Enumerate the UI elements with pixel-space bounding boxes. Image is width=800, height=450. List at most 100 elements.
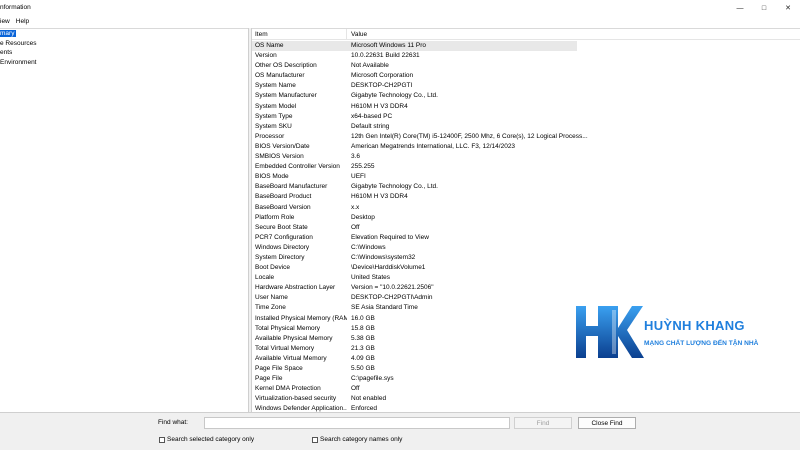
maximize-button[interactable]: □ (752, 0, 776, 16)
row-value: C:\Windows\system32 (351, 253, 416, 261)
table-row[interactable]: BaseBoard Manufacturer Gigabyte Technolog… (252, 182, 800, 192)
row-item: BIOS Mode (255, 173, 289, 181)
title-bar: nformation — □ ✕ (0, 0, 800, 16)
table-row[interactable]: BIOS Mode UEFI (252, 172, 800, 182)
table-row[interactable]: System Directory C:\Windows\system32 (252, 253, 800, 263)
row-item: Platform Role (255, 213, 295, 221)
row-item: System SKU (255, 122, 292, 130)
table-row[interactable]: SMBIOS Version 3.6 (252, 152, 800, 162)
brand-logo: HUỲNH KHANG MẠNG CHẤT LƯỢNG ĐẾN TẬN NHÀ (572, 302, 772, 362)
close-find-button[interactable]: Close Find (578, 417, 636, 429)
row-value: H610M H V3 DDR4 (351, 193, 408, 201)
table-row[interactable]: Version 10.0.22631 Build 22631 (252, 51, 800, 61)
menu-bar: iew Help (0, 16, 800, 27)
row-item: Installed Physical Memory (RAM) (255, 314, 347, 322)
row-value: Version = "10.0.22621.2506" (351, 284, 434, 292)
table-row[interactable]: System Model H610M H V3 DDR4 (252, 102, 800, 112)
table-row[interactable]: Processor 12th Gen Intel(R) Core(TM) i5-1… (252, 132, 800, 142)
menu-view[interactable]: iew (0, 18, 13, 25)
tree-item-label: mary (0, 30, 17, 37)
row-value: Gigabyte Technology Co., Ltd. (351, 183, 438, 191)
checkbox-label: Search selected category only (167, 436, 255, 443)
tree-item-software-environment[interactable]: Environment (0, 58, 248, 68)
table-row[interactable]: BaseBoard Version x.x (252, 203, 800, 213)
table-row[interactable]: Virtualization-based security Not enabled (252, 394, 800, 404)
row-item: Virtualization-based security (255, 395, 337, 403)
tree-item-hardware-resources[interactable]: e Resources (0, 39, 248, 49)
table-row[interactable]: Other OS Description Not Available (252, 61, 800, 71)
minimize-button[interactable]: — (728, 0, 752, 16)
row-value: Gigabyte Technology Co., Ltd. (351, 92, 438, 100)
find-bar: Find what: Find Close Find Search select… (0, 412, 800, 450)
row-item: Hardware Abstraction Layer (255, 284, 336, 292)
table-row[interactable]: System SKU Default string (252, 122, 800, 132)
row-value: H610M H V3 DDR4 (351, 102, 408, 110)
tree-item-components[interactable]: ents (0, 48, 248, 58)
tree-item-label: ents (0, 49, 13, 56)
row-item: User Name (255, 294, 288, 302)
checkbox-box[interactable] (312, 436, 318, 443)
category-tree: mary e Resources ents Environment (0, 28, 248, 412)
search-category-names-checkbox[interactable]: Search category names only (312, 436, 402, 443)
table-row[interactable]: Page File Space 5.50 GB (252, 364, 800, 374)
table-row[interactable]: Hardware Abstraction Layer Version = "10.… (252, 283, 800, 293)
tree-item-label: e Resources (0, 39, 37, 47)
row-value: x.x (351, 203, 360, 211)
table-row[interactable]: Secure Boot State Off (252, 223, 800, 233)
row-value: C:\pagefile.sys (351, 375, 394, 383)
table-row[interactable]: Windows Directory C:\Windows (252, 243, 800, 253)
table-row[interactable]: Windows Defender Application... Enforced (252, 404, 800, 412)
row-item: Page File Space (255, 365, 303, 372)
row-value: American Megatrends International, LLC. … (351, 142, 516, 150)
row-value: 3.6 (351, 153, 361, 161)
table-row[interactable]: BIOS Version/Date American Megatrends Int… (252, 142, 800, 152)
row-item: Time Zone (255, 304, 286, 312)
row-item: Total Virtual Memory (255, 344, 315, 352)
row-item: Other OS Description (255, 62, 317, 70)
table-row[interactable]: Platform Role Desktop (252, 213, 800, 223)
row-value: x64-based PC (351, 112, 393, 120)
list-header: Item Value (252, 29, 800, 40)
row-value: DESKTOP-CH2PGTI (351, 82, 413, 90)
row-item: BaseBoard Version (255, 203, 311, 211)
row-item: PCR7 Configuration (255, 233, 313, 241)
row-value: 255.255 (351, 163, 375, 171)
row-item: Windows Defender Application... (255, 405, 347, 412)
find-input[interactable] (204, 417, 510, 429)
search-selected-category-checkbox[interactable]: Search selected category only (159, 436, 254, 443)
row-item: Page File (255, 375, 283, 383)
table-row[interactable]: System Name DESKTOP-CH2PGTI (252, 81, 800, 91)
table-row[interactable]: System Type x64-based PC (252, 112, 800, 122)
row-value: Off (351, 385, 360, 393)
row-item: Secure Boot State (255, 223, 308, 231)
table-row[interactable]: System Manufacturer Gigabyte Technology C… (252, 91, 800, 101)
find-button[interactable]: Find (514, 417, 572, 429)
tree-item-summary[interactable]: mary (0, 29, 248, 39)
row-item: System Type (255, 112, 293, 120)
column-divider[interactable] (346, 29, 347, 40)
table-row[interactable]: OS Name Microsoft Windows 11 Pro (252, 41, 577, 52)
row-value: 12th Gen Intel(R) Core(TM) i5-12400F, 25… (351, 132, 588, 140)
row-item: Boot Device (255, 264, 291, 272)
menu-help[interactable]: Help (13, 18, 32, 25)
row-value: 5.50 GB (351, 365, 375, 372)
table-row[interactable]: Locale United States (252, 273, 800, 283)
row-item: Windows Directory (255, 243, 310, 251)
row-value: Elevation Required to View (351, 233, 429, 241)
column-header-item[interactable]: Item (255, 31, 268, 38)
table-row[interactable]: OS Manufacturer Microsoft Corporation (252, 71, 800, 81)
table-row[interactable]: BaseBoard Product H610M H V3 DDR4 (252, 192, 800, 202)
row-value: Off (351, 223, 360, 231)
row-item: Locale (255, 274, 275, 282)
checkbox-box[interactable] (159, 436, 165, 443)
row-item: BaseBoard Manufacturer (255, 183, 328, 191)
table-row[interactable]: Embedded Controller Version 255.255 (252, 162, 800, 172)
table-row[interactable]: Kernel DMA Protection Off (252, 384, 800, 394)
table-row[interactable]: Boot Device \Device\HarddiskVolume1 (252, 263, 800, 273)
table-row[interactable]: Page File C:\pagefile.sys (252, 374, 800, 384)
row-value: C:\Windows (351, 243, 386, 251)
close-button[interactable]: ✕ (776, 0, 800, 16)
table-row[interactable]: PCR7 Configuration Elevation Required to … (252, 233, 800, 243)
row-value: UEFI (351, 173, 366, 181)
column-header-value[interactable]: Value (351, 31, 367, 38)
